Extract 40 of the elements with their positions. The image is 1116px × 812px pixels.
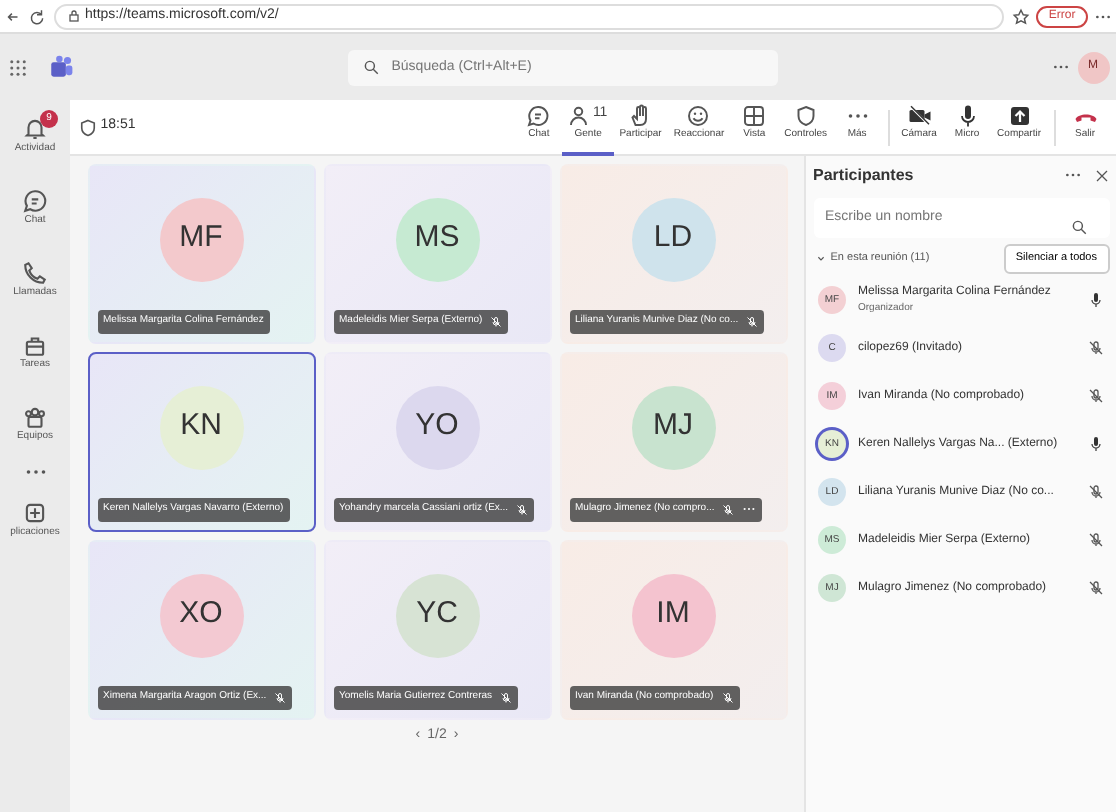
- shield-icon: [77, 117, 97, 137]
- avatar: MF: [159, 197, 243, 281]
- avatar: YO: [395, 385, 479, 469]
- add-app-icon: [22, 499, 48, 526]
- mic-off-icon: [516, 503, 529, 516]
- back-icon[interactable]: [3, 7, 22, 25]
- avatar: KN: [159, 385, 243, 469]
- avatar: MS: [395, 197, 479, 281]
- lock-icon: [65, 8, 82, 24]
- panel-title: Participantes: [813, 163, 916, 187]
- mic-off-icon: [722, 503, 735, 516]
- chevron-icon[interactable]: [813, 251, 827, 266]
- people-icon: [568, 103, 593, 127]
- mic-off-icon: [490, 315, 503, 328]
- apps-grid-icon[interactable]: [7, 57, 27, 77]
- shield-icon: [793, 103, 818, 127]
- mic-off-icon: [721, 691, 734, 704]
- teams-logo-icon[interactable]: [47, 54, 73, 80]
- avatar: XO: [159, 573, 243, 657]
- chat-icon: [526, 103, 551, 127]
- refresh-icon[interactable]: [28, 7, 47, 25]
- mic-off-icon: [746, 315, 759, 328]
- chat-icon: [22, 187, 48, 214]
- mic-off-icon: [274, 691, 287, 704]
- bell-icon: [22, 115, 48, 142]
- avatar: MJ: [631, 385, 715, 469]
- phone-icon: [22, 259, 48, 286]
- bag-icon: [22, 331, 48, 358]
- star-icon[interactable]: [1011, 7, 1030, 25]
- view-icon: [742, 103, 767, 127]
- hand-icon: [628, 103, 653, 127]
- search-icon: [1070, 218, 1088, 237]
- avatar: YC: [395, 573, 479, 657]
- team-icon: [22, 403, 48, 430]
- close-icon[interactable]: [1093, 167, 1109, 183]
- react-icon: [686, 103, 711, 127]
- mic-off-icon: [500, 691, 513, 704]
- avatar: IM: [631, 573, 715, 657]
- avatar: LD: [631, 197, 715, 281]
- mic-icon: [955, 103, 980, 127]
